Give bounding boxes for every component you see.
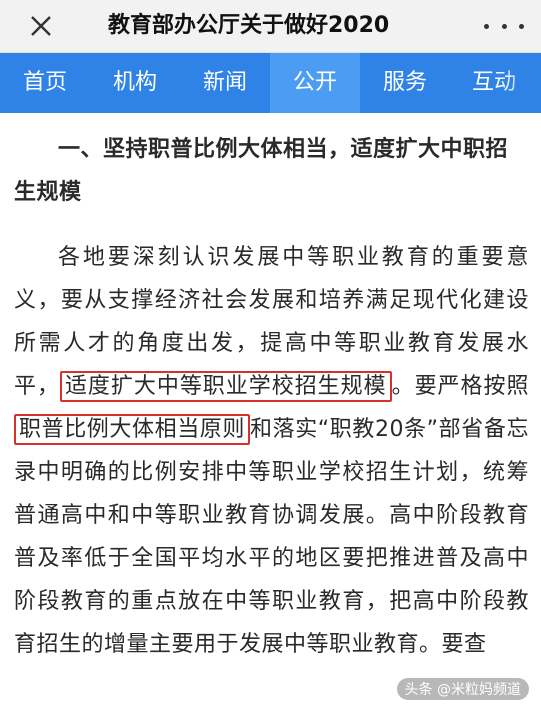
nav-item-home[interactable]: 首页 <box>0 53 90 113</box>
article-body: 一、坚持职普比例大体相当，适度扩大中职招生规模 各地要深刻认识发展中等职业教育的… <box>14 113 529 666</box>
section-heading: 一、坚持职普比例大体相当，适度扩大中职招生规模 <box>14 137 509 205</box>
highlight-box-2: 职普比例大体相当原则 <box>14 414 250 445</box>
close-button[interactable] <box>26 11 56 41</box>
more-dot <box>519 23 524 29</box>
more-options-button[interactable] <box>484 14 524 38</box>
title-bar: 教育部办公厅关于做好2020 <box>0 0 541 53</box>
watermark-text: 头条 @米粒妈频道 <box>404 682 521 698</box>
nav-item-institutions[interactable]: 机构 <box>90 53 180 113</box>
article-paragraph: 各地要深刻认识发展中等职业教育的重要意义，要从支撑经济社会发展和培养满足现代化建… <box>14 236 529 666</box>
watermark: 头条 @米粒妈频道 <box>396 678 529 700</box>
page-title: 教育部办公厅关于做好2020 <box>108 13 390 38</box>
nav-bar: 首页 机构 新闻 公开 服务 互动 <box>0 53 541 113</box>
more-dots-icon <box>484 23 489 29</box>
more-dot <box>501 23 507 29</box>
close-icon <box>31 16 51 36</box>
nav-item-public[interactable]: 公开 <box>270 53 360 113</box>
nav-item-services[interactable]: 服务 <box>360 53 450 113</box>
nav-fade <box>501 53 541 113</box>
highlight-box-1: 适度扩大中等职业学校招生规模 <box>59 371 392 402</box>
paragraph-text-2: 。要严格按照 <box>391 374 529 399</box>
nav-item-news[interactable]: 新闻 <box>180 53 270 113</box>
paragraph-text-3: 和落实“职教20条”部省备忘录中明确的比例安排中等职业学校招生计划，统筹普通高中… <box>14 417 529 657</box>
